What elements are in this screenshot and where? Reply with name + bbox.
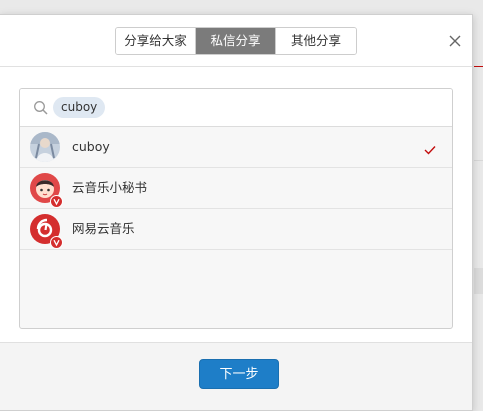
recipient-name: 网易云音乐 — [72, 221, 135, 236]
app-background: 分享给大家 私信分享 其他分享 cuboy cuboy 云音乐小秘书 网易云音乐… — [0, 0, 483, 411]
verified-badge-icon — [50, 193, 63, 208]
recipient-name: 云音乐小秘书 — [72, 180, 148, 195]
list-item[interactable]: 网易云音乐 — [20, 209, 452, 250]
check-icon — [424, 141, 436, 155]
background-divider — [474, 160, 483, 161]
cartoon-girl-avatar — [30, 173, 63, 208]
tab-other-share[interactable]: 其他分享 — [276, 28, 356, 54]
next-step-button[interactable]: 下一步 — [199, 359, 279, 389]
dialog-header: 分享给大家 私信分享 其他分享 — [0, 15, 472, 67]
dialog-footer: 下一步 — [0, 342, 472, 410]
share-mode-tabs: 分享给大家 私信分享 其他分享 — [115, 27, 357, 55]
recipient-search[interactable]: cuboy — [20, 89, 452, 127]
close-icon[interactable] — [446, 32, 464, 50]
search-icon — [33, 100, 49, 116]
tab-share-to-all[interactable]: 分享给大家 — [116, 28, 196, 54]
list-item[interactable]: cuboy — [20, 127, 452, 168]
recipient-panel: cuboy cuboy 云音乐小秘书 网易云音乐 — [19, 88, 453, 329]
list-item[interactable]: 云音乐小秘书 — [20, 168, 452, 209]
recipient-name: cuboy — [72, 139, 110, 154]
share-dialog: 分享给大家 私信分享 其他分享 cuboy cuboy 云音乐小秘书 网易云音乐… — [0, 14, 473, 411]
selected-recipient-chip[interactable]: cuboy — [53, 97, 106, 118]
netease-music-logo-avatar — [30, 214, 63, 249]
verified-badge-icon — [50, 234, 63, 249]
background-accent-line — [474, 66, 483, 67]
background-row — [474, 268, 483, 294]
user-photo-avatar — [30, 132, 60, 162]
tab-private-share[interactable]: 私信分享 — [196, 28, 276, 54]
